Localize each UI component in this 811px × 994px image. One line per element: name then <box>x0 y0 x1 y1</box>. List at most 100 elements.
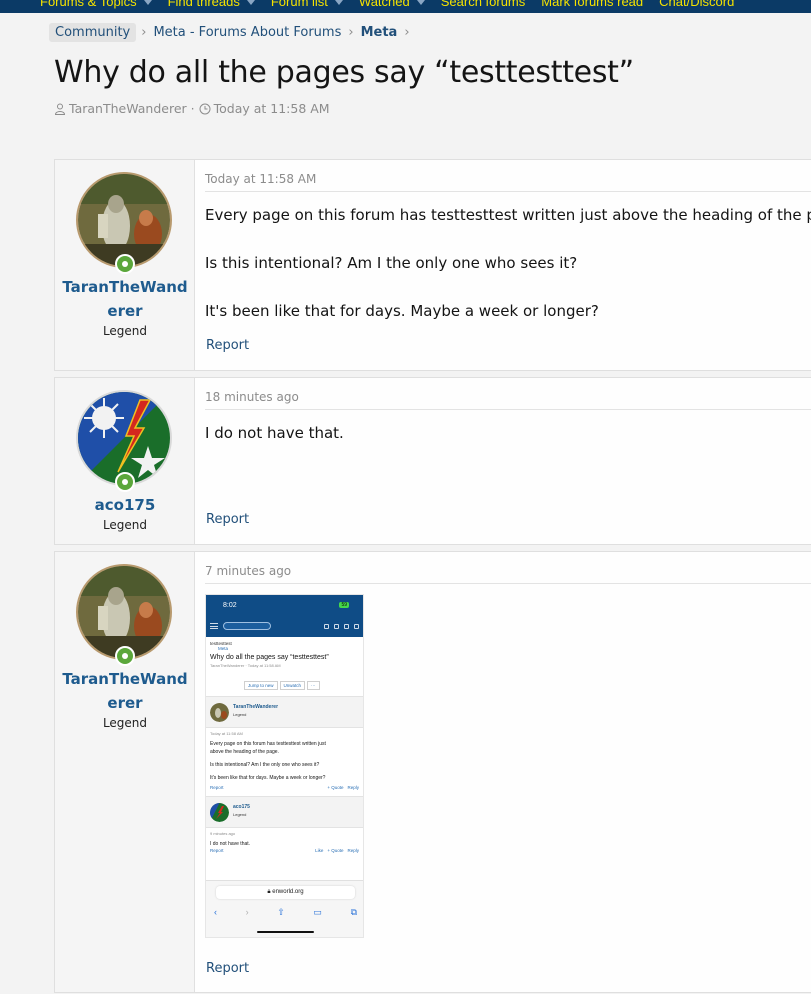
phone-breadcrumb: Meta <box>218 646 229 651</box>
phone-browser-bar: 🔒︎ enworld.org ‹ › ⇧ ▭ ⧉ <box>206 880 363 937</box>
avatar <box>210 803 229 822</box>
chevron-down-icon[interactable] <box>416 0 425 5</box>
user-title: Legend <box>102 518 148 532</box>
chevron-right-icon: › <box>348 25 354 40</box>
unwatch-button: Unwatch <box>279 681 306 690</box>
site-logo <box>223 622 271 630</box>
online-status-icon <box>115 254 135 274</box>
online-status-icon <box>115 472 135 492</box>
phone-post-date: 9 minutes ago <box>210 831 236 836</box>
report-link[interactable]: Report <box>206 961 249 976</box>
phone-quote-link: + Quote <box>327 785 344 790</box>
post-date[interactable]: 7 minutes ago <box>205 564 291 578</box>
phone-url-bar: 🔒︎ enworld.org <box>216 886 355 899</box>
nav-search-forums[interactable]: Search forums <box>441 0 526 9</box>
phone-report-link: Report <box>210 848 224 853</box>
avatar <box>210 703 229 722</box>
divider <box>205 409 811 410</box>
phone-username: TaranTheWanderer <box>233 704 279 710</box>
online-status-icon <box>115 646 135 666</box>
nav-label: Watched <box>358 0 410 9</box>
thread-meta: TaranTheWanderer · Today at 11:58 AM <box>54 101 330 116</box>
home-indicator <box>257 931 314 933</box>
username[interactable]: aco175 <box>55 493 195 517</box>
share-icon: ⇧ <box>277 907 285 917</box>
clock-icon <box>199 103 211 114</box>
post-paragraph: Every page on this forum has testtesttes… <box>205 206 811 224</box>
phone-quote-link: + Quote <box>327 848 344 853</box>
chevron-right-icon: › <box>141 25 147 40</box>
phone-reply-link: Reply <box>347 848 359 853</box>
more-button: ··· <box>307 681 320 690</box>
phone-time: 8:02 <box>223 601 237 609</box>
meta-separator: · <box>186 101 199 116</box>
nav-label: Forum list <box>270 0 328 9</box>
post-body: Every page on this forum has testtesttes… <box>205 203 811 347</box>
breadcrumb: Community › Meta - Forums About Forums ›… <box>49 22 415 43</box>
mail-icon <box>324 623 329 629</box>
phone-thread-actions: Jump to new Unwatch ··· <box>244 674 359 692</box>
search-icon <box>354 623 359 629</box>
phone-like-link: Like <box>315 848 324 853</box>
thread-date[interactable]: Today at 11:58 AM <box>214 101 330 116</box>
phone-thread-meta: TaranTheWanderer · Today at 11:58 AM <box>210 663 281 668</box>
post: TaranTheWand erer Legend Today at 11:58 A… <box>54 159 811 371</box>
chevron-down-icon[interactable] <box>143 0 152 5</box>
nav-forum-list[interactable]: Forum list <box>271 0 343 9</box>
bookmarks-icon: ▭ <box>313 907 322 917</box>
divider <box>205 583 811 584</box>
nav-find-threads[interactable]: Find threads <box>168 0 255 9</box>
phone-browser-toolbar: ‹ › ⇧ ▭ ⧉ <box>214 907 357 918</box>
post-user-panel: TaranTheWand erer Legend <box>55 552 195 992</box>
phone-status-bar: 8:02 59 <box>206 595 363 615</box>
phone-report-link: Report <box>210 785 224 790</box>
back-icon: ‹ <box>214 907 217 917</box>
phone-username: aco175 <box>233 804 250 810</box>
attached-screenshot[interactable]: 8:02 59 testtesttest Meta Why do all the… <box>205 594 364 938</box>
username[interactable]: TaranTheWand erer <box>55 667 195 715</box>
top-navigation: Forums & Topics Find threads Forum list … <box>0 0 811 13</box>
lock-icon: 🔒︎ <box>267 889 271 895</box>
menu-icon <box>210 623 218 629</box>
phone-post-body: I do not have that. <box>210 841 251 847</box>
nav-chat-discord[interactable]: Chat/Discord <box>659 0 734 9</box>
post-date[interactable]: 18 minutes ago <box>205 390 299 404</box>
post-body: I do not have that. <box>205 421 344 469</box>
jump-to-new-button: Jump to new <box>244 681 278 690</box>
chevron-down-icon[interactable] <box>246 0 255 5</box>
phone-post-body: Every page on this forum has testtesttes… <box>210 741 326 781</box>
phone-site-header <box>206 615 363 637</box>
post-user-panel: TaranTheWand erer Legend <box>55 160 195 370</box>
phone-thread-title: Why do all the pages say “testtesttest” <box>210 654 329 661</box>
phone-user-title: Legend <box>233 812 247 817</box>
tabs-icon: ⧉ <box>350 907 357 917</box>
thread-author[interactable]: TaranTheWanderer <box>69 101 187 116</box>
breadcrumb-meta[interactable]: Meta <box>359 25 400 40</box>
user-icon <box>54 103 66 115</box>
battery-icon: 59 <box>339 602 349 608</box>
post: TaranTheWand erer Legend 7 minutes ago 8:… <box>54 551 811 993</box>
post-date[interactable]: Today at 11:58 AM <box>205 172 316 186</box>
breadcrumb-community[interactable]: Community <box>49 23 137 42</box>
report-link[interactable]: Report <box>206 338 249 353</box>
nav-watched[interactable]: Watched <box>359 0 425 9</box>
chevron-right-icon: › <box>404 25 410 40</box>
post-paragraph: It's been like that for days. Maybe a we… <box>205 302 599 320</box>
post-paragraph: I do not have that. <box>205 424 344 442</box>
bulb-icon <box>344 623 349 629</box>
post-paragraph: Is this intentional? Am I the only one w… <box>205 254 578 272</box>
divider <box>205 191 811 192</box>
report-link[interactable]: Report <box>206 512 249 527</box>
nav-label: Forums & Topics <box>40 0 137 9</box>
nav-forums-topics[interactable]: Forums & Topics <box>40 0 152 9</box>
nav-label: Find threads <box>167 0 240 9</box>
forward-icon: › <box>245 907 249 917</box>
nav-mark-forums-read[interactable]: Mark forums read <box>541 0 643 9</box>
username[interactable]: TaranTheWand erer <box>55 275 195 323</box>
phone-post-date: Today at 11:58 AM <box>210 731 243 736</box>
phone-user-title: Legend <box>233 712 247 717</box>
chevron-down-icon[interactable] <box>334 0 343 5</box>
phone-post-actions: Report + Quote Reply <box>210 785 359 790</box>
phone-user-bar: aco175 Legend <box>206 796 363 828</box>
breadcrumb-meta-forums[interactable]: Meta - Forums About Forums <box>151 25 343 40</box>
